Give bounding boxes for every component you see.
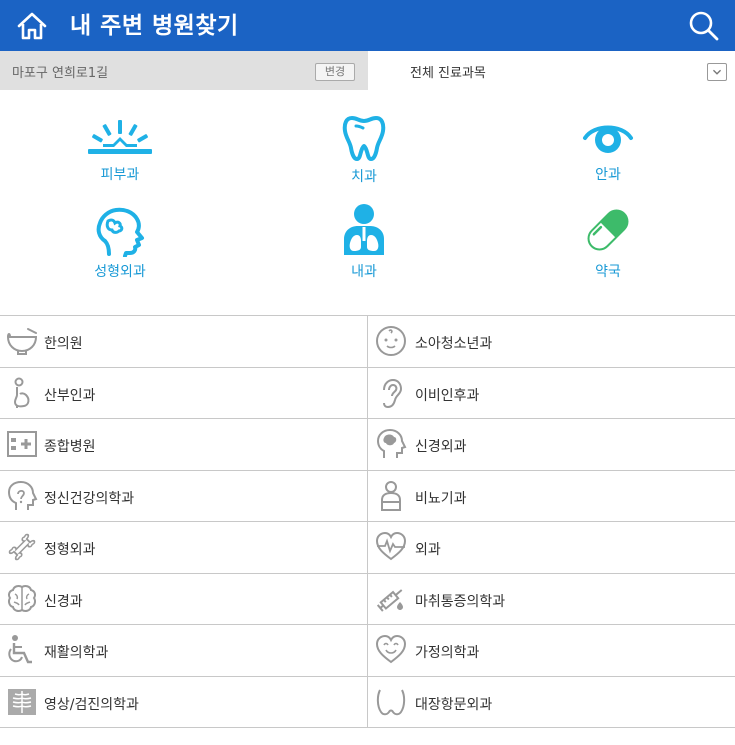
fav-label: 내과 [351, 264, 377, 280]
department-item[interactable]: 정형외과 [0, 522, 368, 573]
grid-row: 정형외과 외과 [0, 522, 735, 574]
internal-medicine-icon [344, 204, 384, 255]
grid-row: 한의원 소아청소년과 [0, 316, 735, 368]
grid-row: 정신건강의학과 비뇨기과 [0, 470, 735, 522]
department-label: 정형외과 [44, 542, 96, 558]
department-label: 가정의학과 [415, 645, 480, 661]
department-item[interactable]: 신경과 [0, 573, 368, 624]
head-profile-icon [7, 480, 38, 510]
department-label: 종합병원 [44, 439, 96, 455]
department-item[interactable]: 마취통증의학과 [368, 574, 735, 625]
fav-internal-medicine[interactable]: 내과 [309, 203, 419, 281]
plastic-surgery-icon [96, 207, 144, 257]
department-label: 마취통증의학과 [415, 593, 506, 610]
department-item[interactable]: 이비인후과 [368, 368, 735, 419]
tooth-icon [342, 116, 386, 161]
department-item[interactable]: 한의원 [0, 316, 368, 367]
filter-bar: 마포구 연희로1길 변경 전체 진료과목 [0, 51, 735, 90]
grid-row: 산부인과 이비인후과 [0, 367, 735, 419]
head-brain-icon [376, 428, 407, 458]
fav-dermatology[interactable]: 피부과 [65, 118, 175, 184]
pregnant-icon [13, 377, 30, 408]
department-label: 소아청소년과 [415, 336, 493, 352]
fav-pharmacy[interactable]: 약국 [553, 203, 663, 281]
grid-row: 영상/검진의학과 대장항문외과 [0, 676, 735, 728]
department-item[interactable]: 신경외과 [368, 419, 735, 470]
pill-icon [587, 209, 629, 251]
department-item[interactable]: 대장항문외과 [368, 677, 735, 728]
department-label: 비뇨기과 [415, 490, 467, 507]
grid-row: 신경과 마취통증의학과 [0, 573, 735, 625]
grid-row: 재활의학과 가정의학과 [0, 625, 735, 677]
department-item[interactable]: 소아청소년과 [368, 316, 735, 367]
fav-label: 약국 [595, 264, 621, 280]
home-icon[interactable] [14, 9, 50, 43]
department-label: 신경외과 [415, 439, 467, 455]
person-icon [381, 480, 401, 511]
heart-smile-icon [375, 634, 407, 664]
fav-dentistry[interactable]: 치과 [309, 114, 419, 186]
fav-label: 치과 [351, 169, 377, 185]
brain-icon [8, 584, 36, 612]
department-label: 산부인과 [44, 387, 96, 404]
change-location-button[interactable]: 변경 [315, 63, 355, 81]
fav-label: 안과 [595, 167, 621, 183]
eye-icon [583, 125, 633, 153]
location-field: 마포구 연희로1길 변경 [0, 51, 368, 90]
department-item[interactable]: 재활의학과 [0, 625, 368, 676]
department-label: 외과 [415, 542, 441, 558]
department-label: 재활의학과 [44, 645, 109, 661]
department-item[interactable]: 영상/검진의학과 [0, 676, 368, 727]
fav-label: 피부과 [100, 167, 140, 183]
department-label: 대장항문외과 [415, 696, 493, 713]
wheelchair-icon [8, 635, 32, 664]
herbal-bowl-icon [6, 328, 38, 355]
xray-icon [8, 688, 36, 715]
department-label: 이비인후과 [415, 387, 480, 404]
fav-label: 성형외과 [94, 264, 146, 280]
app-header: 내 주변 병원찾기 [0, 0, 735, 51]
department-label: 한의원 [44, 336, 83, 352]
bone-icon [8, 533, 36, 561]
department-item[interactable]: 외과 [368, 522, 735, 573]
location-text: 마포구 연희로1길 [12, 66, 109, 81]
ear-icon [383, 378, 403, 408]
department-select[interactable]: 전체 진료과목 [410, 62, 486, 81]
department-item[interactable]: 산부인과 [0, 367, 368, 418]
heart-pulse-icon [375, 531, 407, 561]
fav-ophthalmology[interactable]: 안과 [553, 118, 663, 184]
department-item[interactable]: 가정의학과 [368, 625, 735, 676]
department-grid: 한의원 소아청소년과 산부인과 이비인후과 종합병원 신경외과 정신건강의학과 … [0, 316, 735, 728]
syringe-icon [376, 588, 403, 612]
department-label: 정신건강의학과 [44, 490, 135, 507]
fav-plastic-surgery[interactable]: 성형외과 [65, 205, 175, 281]
page-title: 내 주변 병원찾기 [70, 13, 239, 39]
hospital-icon [7, 431, 37, 457]
baby-face-icon [376, 326, 406, 356]
department-label: 영상/검진의학과 [44, 696, 139, 713]
search-icon[interactable] [686, 8, 722, 44]
grid-row: 종합병원 신경외과 [0, 419, 735, 471]
department-item[interactable]: 종합병원 [0, 419, 368, 470]
colon-icon [376, 689, 406, 715]
department-item[interactable]: 비뇨기과 [368, 471, 735, 522]
department-item[interactable]: 정신건강의학과 [0, 470, 368, 521]
department-label: 신경과 [44, 593, 83, 610]
chevron-down-icon[interactable] [707, 63, 727, 81]
dermatology-icon [88, 120, 152, 154]
